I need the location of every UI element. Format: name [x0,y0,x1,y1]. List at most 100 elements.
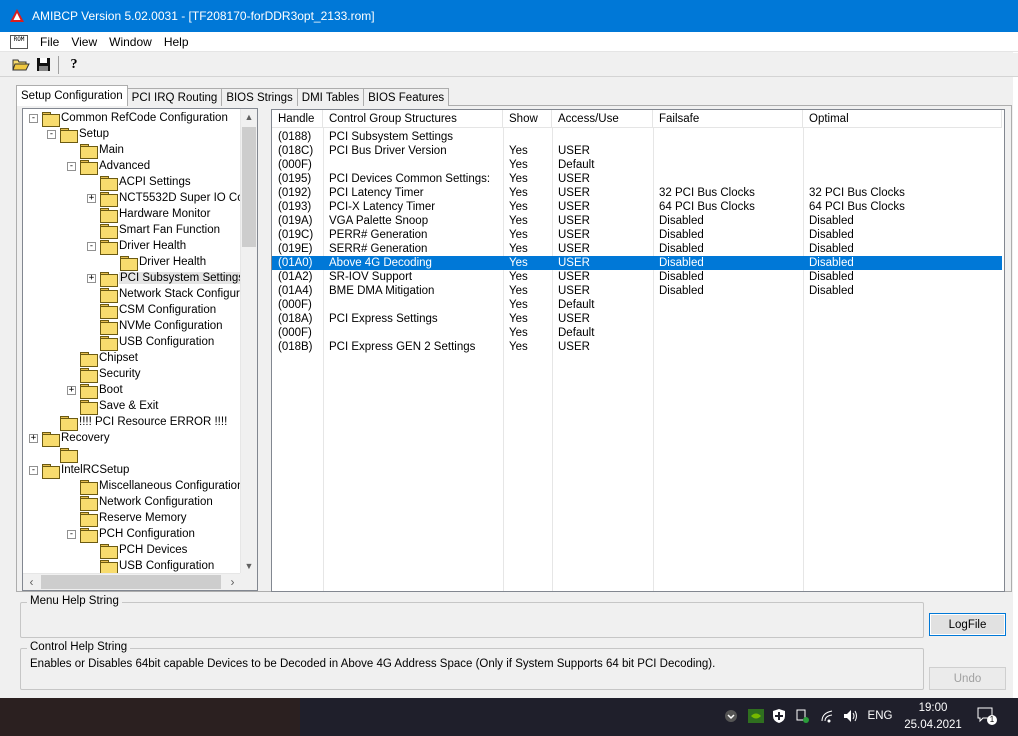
column-header-control-group[interactable]: Control Group Structures [323,110,503,128]
scroll-up-arrow-icon[interactable]: ▲ [241,109,257,126]
control-group-table[interactable]: Handle Control Group Structures Show Access… [271,109,1005,592]
wifi-icon[interactable] [820,708,838,724]
tree-item[interactable]: Main [67,142,124,159]
collapse-icon[interactable]: - [67,529,76,539]
column-header-optimal[interactable]: Optimal [803,110,1002,128]
save-button[interactable] [32,55,54,75]
tree-item[interactable]: + Boot [67,382,123,399]
table-row[interactable]: (018C) PCI Bus Driver Version Yes USER [272,144,1002,158]
undo-button[interactable]: Undo [929,667,1006,690]
tab-dmi-tables[interactable]: DMI Tables [296,88,365,106]
table-row-selected[interactable]: (01A0) Above 4G Decoding Yes USER Disabled Di… [272,256,1002,270]
tree-item[interactable]: Hardware Monitor [87,206,210,223]
scroll-left-arrow-icon[interactable]: ‹ [23,574,40,590]
tree-vertical-scrollbar[interactable]: ▲ ▼ [240,109,257,575]
tree-item-label: Common RefCode Configuration [61,112,228,124]
tree-item-label: Driver Health [119,240,187,252]
collapse-icon[interactable]: - [29,465,38,475]
usb-device-icon[interactable] [794,708,810,724]
table-row[interactable]: (0192) PCI Latency Timer Yes USER 32 PCI Bus… [272,186,1002,200]
menu-help[interactable]: Help [158,35,195,49]
help-button[interactable]: ? [63,55,85,75]
setup-tree[interactable]: - Common RefCode Configuration - Setup Main -… [22,108,258,591]
tree-item[interactable]: PCH Devices [87,542,187,559]
tree-item[interactable]: ACPI Settings [87,174,191,191]
tree-item[interactable]: Save & Exit [67,398,158,415]
tree-item-label: Network Stack Configura [119,288,241,300]
tree-item[interactable]: - Common RefCode Configuration [29,110,228,127]
tree-item[interactable]: + Recovery [29,430,110,447]
tree-item[interactable]: Miscellaneous Configuration [67,478,241,495]
cell-access-use: USER [558,313,590,325]
tree-item[interactable]: Network Stack Configura [87,286,241,303]
open-button[interactable] [10,55,32,75]
tree-item[interactable]: - IntelRCSetup [29,462,129,479]
table-row[interactable]: (018B) PCI Express GEN 2 Settings Yes USER [272,340,1002,354]
collapse-icon[interactable]: - [67,161,76,171]
collapse-icon[interactable]: - [29,113,38,123]
logfile-button[interactable]: LogFile [929,613,1006,636]
tree-item[interactable]: Driver Health [107,254,206,271]
tree-item[interactable]: Smart Fan Function [87,222,220,239]
tree-item[interactable]: - Advanced [67,158,150,175]
table-row[interactable]: (019C) PERR# Generation Yes USER Disabled Dis… [272,228,1002,242]
expand-icon[interactable]: + [87,193,96,203]
tab-bios-features[interactable]: BIOS Features [363,88,450,106]
table-row[interactable]: (0195) PCI Devices Common Settings: Yes USE… [272,172,1002,186]
expand-icon[interactable]: + [67,385,76,395]
tree-item[interactable]: Network Configuration [67,494,213,511]
tree-item[interactable]: + PCI Subsystem Settings [87,270,241,287]
tree-item[interactable]: - PCH Configuration [67,526,195,543]
menu-window[interactable]: Window [103,35,158,49]
rom-document-icon[interactable]: ROM [10,34,28,49]
column-header-show[interactable]: Show [503,110,552,128]
tab-bios-strings[interactable]: BIOS Strings [221,88,298,106]
tree-item[interactable]: NVMe Configuration [87,318,223,335]
table-row[interactable]: (000F) Yes Default [272,298,1002,312]
tree-item[interactable]: Chipset [67,350,138,367]
menu-file[interactable]: File [34,35,65,49]
cell-access-use: Default [558,159,595,171]
tree-item[interactable]: USB Configuration [87,334,214,351]
tree-item[interactable]: - Driver Health [87,238,187,255]
table-row[interactable]: (01A2) SR-IOV Support Yes USER Disabled Disab… [272,270,1002,284]
column-header-access-use[interactable]: Access/Use [552,110,653,128]
volume-icon[interactable] [843,708,859,724]
tree-item[interactable]: Security [67,366,141,383]
tree-item[interactable]: USB Configuration [87,558,214,575]
table-row[interactable]: (018A) PCI Express Settings Yes USER [272,312,1002,326]
table-row[interactable]: (000F) Yes Default [272,158,1002,172]
input-language[interactable]: ENG [866,708,894,724]
table-row[interactable]: (01A4) BME DMA Mitigation Yes USER Disabled D… [272,284,1002,298]
collapse-icon[interactable]: - [87,241,96,251]
tree-item[interactable]: Reserve Memory [67,510,187,527]
table-row[interactable]: (0188) PCI Subsystem Settings [272,130,1002,144]
table-row[interactable]: (019A) VGA Palette Snoop Yes USER Disabled Di… [272,214,1002,228]
tree-item[interactable]: CSM Configuration [87,302,216,319]
expand-icon[interactable]: + [29,433,38,443]
tree-item[interactable]: + NCT5532D Super IO Cor [87,190,241,207]
tab-setup-configuration[interactable]: Setup Configuration [16,85,128,106]
collapse-icon[interactable]: - [47,129,56,139]
security-shield-icon[interactable] [772,708,786,724]
tree-hscroll-thumb[interactable] [41,575,221,589]
tree-item[interactable] [47,446,79,463]
table-row[interactable]: (0193) PCI-X Latency Timer Yes USER 64 PCI B… [272,200,1002,214]
tree-horizontal-scrollbar[interactable]: ‹ › [23,573,241,590]
scroll-right-arrow-icon[interactable]: › [224,574,241,590]
column-header-failsafe[interactable]: Failsafe [653,110,803,128]
tree-item[interactable]: - Setup [47,126,109,143]
title-bar[interactable]: AMIBCP Version 5.02.0031 - [TF208170-for… [0,0,1018,32]
table-row[interactable]: (000F) Yes Default [272,326,1002,340]
menu-view[interactable]: View [65,35,103,49]
column-header-handle[interactable]: Handle [272,110,323,128]
nvidia-icon[interactable] [748,708,764,724]
tab-pci-irq-routing[interactable]: PCI IRQ Routing [126,88,223,106]
expand-icon[interactable]: + [87,273,96,283]
taskbar-clock[interactable]: 19:00 25.04.2021 [898,700,968,734]
tree-vscroll-thumb[interactable] [242,127,256,247]
tree-item[interactable]: !!!! PCI Resource ERROR !!!! [47,414,227,431]
tray-overflow-chevron-icon[interactable] [724,708,738,724]
notification-center-icon[interactable]: 1 [976,707,998,725]
table-row[interactable]: (019E) SERR# Generation Yes USER Disabled Dis… [272,242,1002,256]
